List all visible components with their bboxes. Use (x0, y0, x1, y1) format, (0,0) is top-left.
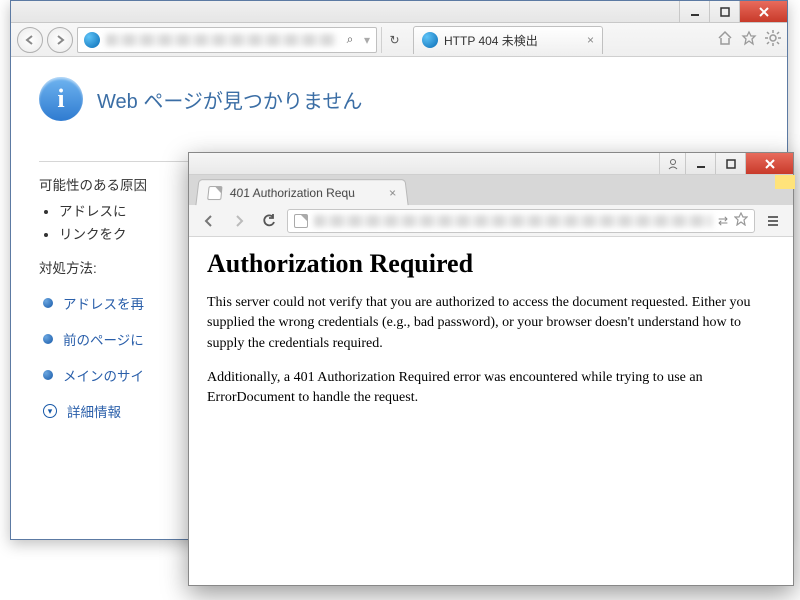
chrome-menu-button[interactable] (761, 209, 785, 233)
chrome-tab-title: 401 Authorization Requ (229, 186, 355, 200)
chrome-minimize-button[interactable] (685, 153, 715, 174)
ie-tab-close-icon[interactable]: × (587, 33, 594, 47)
chrome-forward-button[interactable] (227, 209, 251, 233)
ie-tab-title: HTTP 404 未検出 (444, 32, 538, 49)
ie-refresh-button[interactable]: ↻ (381, 27, 407, 53)
decorative-edge (775, 175, 795, 189)
ie-404-heading: Web ページが見つかりません (97, 85, 362, 114)
chevron-down-icon: ▾ (43, 404, 57, 418)
chrome-window: 401 Authorization Requ × ⇄ Authorization… (188, 152, 794, 586)
ie-titlebar (11, 1, 787, 23)
home-icon[interactable] (717, 30, 733, 49)
ie-logo-icon (84, 32, 100, 48)
favorites-icon[interactable] (741, 30, 757, 49)
ie-maximize-button[interactable] (709, 1, 739, 22)
ie-forward-button[interactable] (47, 27, 73, 53)
ie-minimize-button[interactable] (679, 1, 709, 22)
info-icon: i (39, 77, 83, 121)
ie-close-button[interactable] (739, 1, 787, 22)
chrome-401-para2: Additionally, a 401 Authorization Requir… (207, 368, 775, 409)
bullet-icon (43, 298, 53, 308)
chrome-back-button[interactable] (197, 209, 221, 233)
chrome-tab-close-icon[interactable]: × (388, 186, 396, 200)
ie-url-blurred (106, 34, 336, 46)
page-icon (207, 186, 222, 200)
ie-tabstrip: HTTP 404 未検出 × (413, 26, 603, 54)
chrome-maximize-button[interactable] (715, 153, 745, 174)
chrome-toolbar: ⇄ (189, 205, 793, 237)
chrome-401-heading: Authorization Required (207, 249, 775, 279)
chrome-401-para1: This server could not verify that you ar… (207, 293, 775, 354)
bullet-icon (43, 334, 53, 344)
chrome-reload-button[interactable] (257, 209, 281, 233)
chrome-address-bar[interactable]: ⇄ (287, 209, 755, 233)
translate-icon[interactable]: ⇄ (718, 214, 728, 228)
bookmark-icon[interactable] (734, 212, 748, 229)
page-icon (294, 214, 308, 228)
chrome-close-button[interactable] (745, 153, 793, 174)
bullet-icon (43, 370, 53, 380)
ie-back-button[interactable] (17, 27, 43, 53)
ie-toolbar-icons (717, 30, 781, 49)
chrome-url-blurred (314, 215, 712, 227)
chrome-tabstrip: 401 Authorization Requ × (189, 175, 793, 205)
chrome-titlebar (189, 153, 793, 175)
chrome-profile-button[interactable] (659, 153, 685, 174)
gear-icon[interactable] (765, 30, 781, 49)
search-icon[interactable]: ⌕ (342, 32, 358, 48)
ie-address-bar[interactable]: ⌕ ▾ (77, 27, 377, 53)
ie-tab-active[interactable]: HTTP 404 未検出 × (413, 26, 603, 54)
ie-navbar: ⌕ ▾ ↻ HTTP 404 未検出 × (11, 23, 787, 57)
chrome-tab-active[interactable]: 401 Authorization Requ × (195, 179, 408, 205)
chrome-content: Authorization Required This server could… (189, 237, 793, 585)
ie-tab-favicon (422, 32, 438, 48)
